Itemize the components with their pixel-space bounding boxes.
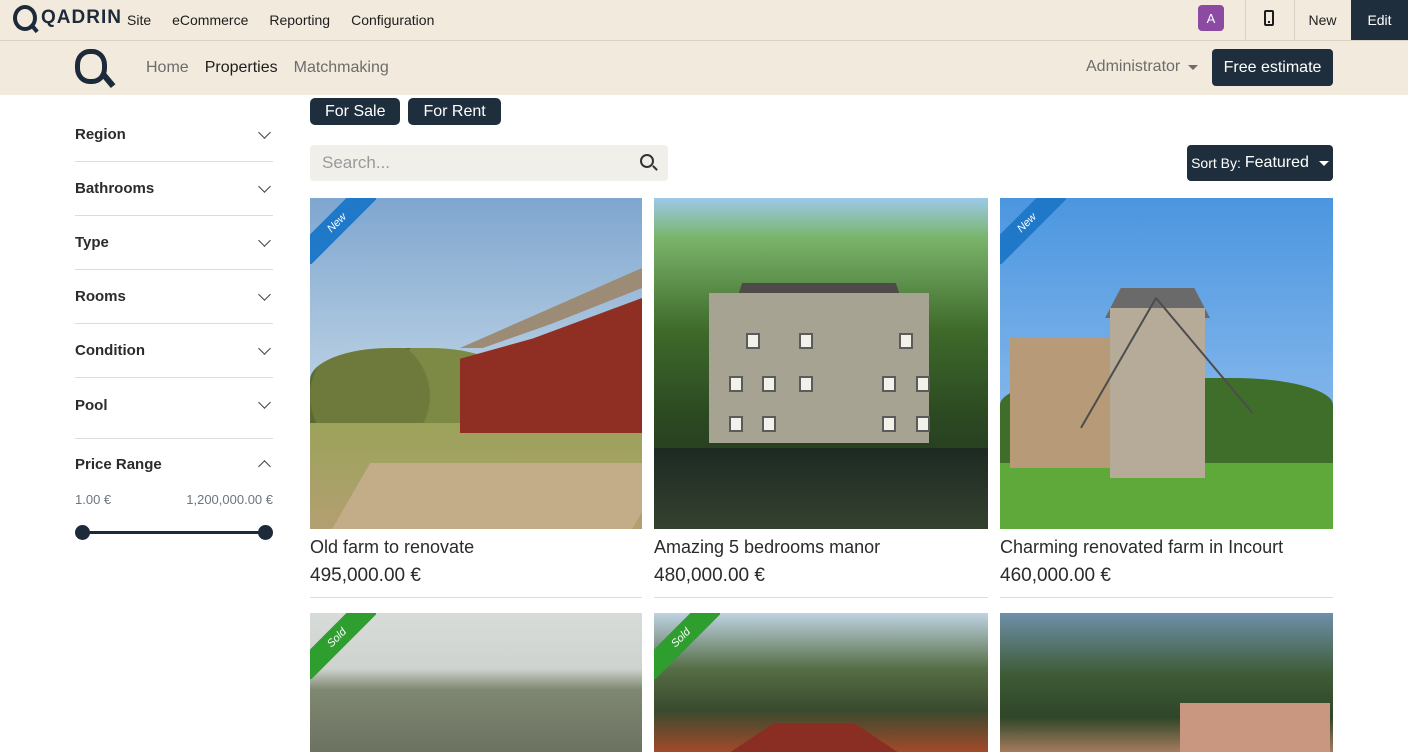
chevron-down-icon: [258, 341, 271, 355]
ribbon-sold: Sold: [654, 613, 720, 679]
chevron-down-icon: [258, 396, 271, 409]
divider: [310, 597, 642, 598]
slider-handle-max[interactable]: [258, 525, 273, 540]
divider: [1000, 597, 1333, 598]
property-card[interactable]: Sold: [654, 613, 988, 752]
ribbon-label: New: [310, 198, 376, 264]
filter-rooms[interactable]: Rooms: [75, 270, 273, 324]
site-logo-icon[interactable]: [75, 49, 116, 89]
chevron-down-icon: [258, 179, 271, 193]
property-photo[interactable]: New: [1000, 198, 1333, 529]
search-input[interactable]: [322, 153, 622, 173]
sort-prefix: Sort By:: [1191, 155, 1241, 171]
price-max: 1,200,000.00 €: [186, 492, 273, 507]
filter-bathrooms[interactable]: Bathrooms: [75, 162, 273, 216]
filter-label: Bathrooms: [75, 180, 155, 197]
property-price: 495,000.00 €: [310, 565, 421, 586]
ribbon-new: New: [1000, 198, 1066, 264]
price-range-slider[interactable]: [75, 524, 273, 540]
price-range-values: 1.00 € 1,200,000.00 €: [75, 492, 273, 507]
ribbon-sold: Sold: [310, 613, 376, 679]
user-avatar[interactable]: A: [1198, 5, 1224, 31]
sort-value: Featured: [1244, 154, 1309, 171]
filter-condition[interactable]: Condition: [75, 324, 273, 378]
price-min: 1.00 €: [75, 492, 112, 507]
for-sale-button[interactable]: For Sale: [310, 98, 401, 125]
property-photo[interactable]: Sold: [654, 613, 988, 752]
site-header: Home Properties Matchmaking Administrato…: [0, 41, 1408, 95]
filter-pool[interactable]: Pool: [75, 378, 273, 432]
filter-label: Pool: [75, 396, 108, 414]
search-icon[interactable]: [640, 154, 654, 168]
ribbon-label: Sold: [310, 613, 376, 679]
property-photo[interactable]: [1000, 613, 1333, 752]
admin-menu-reporting[interactable]: Reporting: [269, 12, 330, 28]
filter-price-range[interactable]: Price Range: [75, 439, 273, 489]
chevron-down-icon: [258, 287, 271, 301]
slider-track: [81, 531, 267, 534]
nav-properties[interactable]: Properties: [205, 59, 278, 77]
administrator-label: Administrator: [1086, 58, 1181, 75]
property-title[interactable]: Old farm to renovate: [310, 537, 642, 559]
property-price: 460,000.00 €: [1000, 565, 1111, 586]
filter-label: Region: [75, 126, 126, 143]
nav-home[interactable]: Home: [146, 59, 189, 77]
mobile-preview-icon[interactable]: [1264, 10, 1274, 26]
listing-type-toggle: For Sale For Rent: [310, 98, 501, 125]
chevron-up-icon: [258, 460, 271, 473]
new-button[interactable]: New: [1295, 0, 1350, 40]
free-estimate-button[interactable]: Free estimate: [1212, 49, 1333, 86]
property-card[interactable]: New Old farm to renovate 495,000.00 €: [310, 198, 642, 598]
property-photo[interactable]: [654, 198, 988, 529]
filter-region[interactable]: Region: [75, 108, 273, 162]
admin-menu-ecommerce[interactable]: eCommerce: [172, 12, 248, 28]
filter-label: Condition: [75, 342, 145, 359]
ribbon-new: New: [310, 198, 376, 264]
filter-type[interactable]: Type: [75, 216, 273, 270]
property-title[interactable]: Amazing 5 bedrooms manor: [654, 537, 988, 559]
qadrin-logo[interactable]: QADRIN: [13, 5, 122, 31]
property-photo[interactable]: New: [310, 198, 642, 529]
admin-menu-site[interactable]: Site: [127, 12, 151, 28]
chevron-down-icon: [258, 233, 271, 247]
administrator-dropdown[interactable]: Administrator: [1086, 58, 1199, 76]
admin-menu-configuration[interactable]: Configuration: [351, 12, 434, 28]
slider-handle-min[interactable]: [75, 525, 90, 540]
price-range-label: Price Range: [75, 455, 162, 473]
admin-menu: Site eCommerce Reporting Configuration: [127, 0, 434, 40]
nav-matchmaking[interactable]: Matchmaking: [294, 59, 389, 77]
q-logo-icon: [13, 5, 37, 31]
sort-dropdown[interactable]: Sort By: Featured: [1187, 145, 1333, 181]
property-card[interactable]: Sold: [310, 613, 642, 752]
divider: [1245, 0, 1246, 40]
edit-button[interactable]: Edit: [1351, 0, 1408, 40]
property-photo[interactable]: Sold: [310, 613, 642, 752]
search-box: [310, 145, 668, 181]
filter-sidebar: Region Bathrooms Type Rooms Condition Po…: [75, 108, 273, 540]
divider: [654, 597, 988, 598]
brand-name: QADRIN: [41, 7, 122, 28]
chevron-down-icon: [258, 125, 271, 139]
filter-label: Rooms: [75, 288, 126, 305]
property-card[interactable]: Amazing 5 bedrooms manor 480,000.00 €: [654, 198, 988, 598]
ribbon-label: Sold: [654, 613, 720, 679]
property-title[interactable]: Charming renovated farm in Incourt: [1000, 537, 1333, 559]
caret-down-icon: [1188, 64, 1199, 70]
for-rent-button[interactable]: For Rent: [408, 98, 501, 125]
property-card[interactable]: New Charming renovated farm in Incourt 4…: [1000, 198, 1333, 598]
admin-bar: QADRIN Site eCommerce Reporting Configur…: [0, 0, 1408, 41]
caret-down-icon: [1318, 160, 1329, 166]
filter-label: Type: [75, 234, 109, 251]
ribbon-label: New: [1000, 198, 1066, 264]
site-nav: Home Properties Matchmaking: [146, 41, 389, 95]
property-price: 480,000.00 €: [654, 565, 765, 586]
property-card[interactable]: [1000, 613, 1333, 752]
